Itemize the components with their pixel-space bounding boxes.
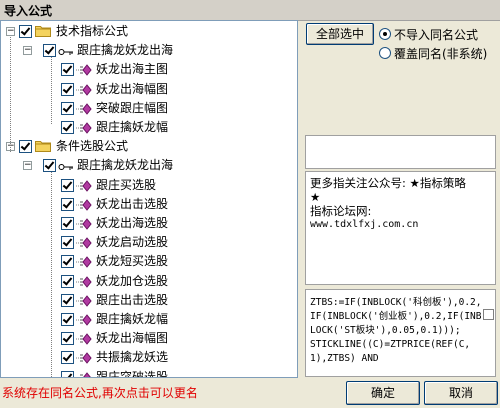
formula-icon bbox=[76, 83, 92, 96]
radio-overwrite-same-name[interactable] bbox=[379, 47, 391, 59]
formula-icon bbox=[76, 122, 92, 134]
item-label[interactable]: 妖龙出海选股 bbox=[96, 216, 168, 231]
formula-checkbox[interactable] bbox=[43, 159, 56, 173]
ok-button[interactable]: 确定 bbox=[346, 381, 420, 405]
formula-icon bbox=[76, 218, 92, 230]
group-label[interactable]: 技术指标公式 bbox=[56, 24, 128, 39]
window-title: 导入公式 bbox=[4, 4, 53, 18]
item-label[interactable]: 跟庄突破选股 bbox=[96, 370, 168, 377]
formula-checkbox[interactable] bbox=[43, 44, 56, 58]
scroll-toggle[interactable] bbox=[483, 309, 494, 320]
formula-icon bbox=[76, 198, 92, 211]
folder-icon bbox=[35, 25, 51, 37]
info-line-2: ★ bbox=[310, 190, 321, 204]
formula-icon bbox=[76, 256, 92, 269]
item-checkbox[interactable] bbox=[61, 332, 74, 346]
formula-icon bbox=[76, 179, 92, 192]
item-label[interactable]: 突破跟庄幅图 bbox=[96, 101, 168, 116]
item-checkbox[interactable] bbox=[61, 274, 74, 288]
expand-toggle[interactable]: − bbox=[6, 27, 15, 36]
item-label[interactable]: 妖龙加仓选股 bbox=[96, 274, 168, 289]
item-label[interactable]: 妖龙出海幅图 bbox=[96, 82, 168, 97]
formula-code: ZTBS:=IF(INBLOCK('科创板'),0.2,IF(INBLOCK('… bbox=[310, 297, 482, 364]
formula-icon bbox=[76, 333, 92, 345]
item-label[interactable]: 跟庄擒妖龙幅 bbox=[96, 312, 168, 327]
key-icon bbox=[58, 46, 74, 58]
group-checkbox[interactable] bbox=[19, 140, 32, 154]
item-label[interactable]: 跟庄擒妖龙幅 bbox=[96, 120, 168, 135]
group-label[interactable]: 条件选股公式 bbox=[56, 139, 128, 154]
radio-skip-same-name[interactable] bbox=[379, 28, 391, 40]
expand-toggle[interactable]: − bbox=[23, 46, 32, 56]
select-all-button[interactable]: 全部选中 bbox=[306, 23, 374, 45]
item-checkbox[interactable] bbox=[61, 293, 74, 307]
radio-skip-label[interactable]: 不导入同名公式 bbox=[394, 26, 478, 43]
tree-connector bbox=[51, 57, 52, 124]
item-checkbox[interactable] bbox=[61, 313, 74, 326]
group-checkbox[interactable] bbox=[19, 25, 32, 38]
item-checkbox[interactable] bbox=[61, 63, 74, 77]
formula-icon bbox=[76, 294, 92, 307]
info-panel: 更多指关注公众号: ★指标策略 ★ 指标论坛网: www.tdxlfxj.com… bbox=[305, 171, 496, 285]
item-checkbox[interactable] bbox=[61, 178, 74, 192]
expand-toggle[interactable]: − bbox=[23, 161, 32, 171]
formula-icon bbox=[76, 314, 92, 326]
item-label[interactable]: 妖龙出海幅图 bbox=[96, 331, 168, 346]
tree-connector bbox=[51, 172, 52, 377]
formula-label[interactable]: 跟庄擒龙妖龙出海 bbox=[77, 43, 173, 58]
info-line-1: 更多指关注公众号: ★指标策略 bbox=[310, 176, 466, 190]
item-checkbox[interactable] bbox=[61, 217, 74, 230]
item-label[interactable]: 共振擒龙妖选 bbox=[96, 350, 168, 365]
code-panel[interactable]: ZTBS:=IF(INBLOCK('科创板'),0.2,IF(INBLOCK('… bbox=[305, 289, 496, 377]
radio-overwrite-label[interactable]: 覆盖同名(非系统) bbox=[394, 45, 487, 62]
key-icon bbox=[58, 161, 74, 173]
item-label[interactable]: 妖龙短买选股 bbox=[96, 254, 168, 269]
formula-icon bbox=[76, 371, 92, 377]
formula-icon bbox=[76, 275, 92, 288]
item-label[interactable]: 跟庄买选股 bbox=[96, 178, 156, 193]
formula-tree[interactable]: − 技术指标公式 − 跟庄擒龙妖龙出海 妖龙出海主图 妖龙出海幅图 突破跟庄幅图 跟庄擒妖龙幅… bbox=[0, 20, 298, 378]
item-checkbox[interactable] bbox=[61, 197, 74, 211]
cancel-button[interactable]: 取消 bbox=[424, 381, 498, 405]
item-checkbox[interactable] bbox=[61, 101, 74, 115]
item-checkbox[interactable] bbox=[61, 236, 74, 250]
info-url: www.tdxlfxj.com.cn bbox=[310, 219, 419, 230]
formula-icon bbox=[76, 64, 92, 77]
item-label[interactable]: 跟庄出击选股 bbox=[96, 293, 168, 308]
tree-connector bbox=[10, 37, 11, 153]
info-line-3: 指标论坛网: bbox=[310, 204, 372, 218]
description-box bbox=[305, 135, 496, 169]
item-checkbox[interactable] bbox=[61, 121, 74, 134]
item-checkbox[interactable] bbox=[61, 255, 74, 269]
formula-icon bbox=[76, 352, 92, 365]
item-checkbox[interactable] bbox=[61, 82, 74, 96]
item-label[interactable]: 妖龙启动选股 bbox=[96, 235, 168, 250]
title-bar: 导入公式 bbox=[0, 0, 500, 21]
item-checkbox[interactable] bbox=[61, 351, 74, 365]
formula-icon bbox=[76, 237, 92, 249]
item-checkbox[interactable] bbox=[61, 370, 74, 377]
formula-label[interactable]: 跟庄擒龙妖龙出海 bbox=[77, 158, 173, 173]
item-label[interactable]: 妖龙出击选股 bbox=[96, 197, 168, 212]
formula-icon bbox=[76, 102, 92, 115]
folder-icon bbox=[35, 140, 51, 153]
status-message: 系统存在同名公式,再次点击可以更名 bbox=[2, 386, 198, 400]
item-label[interactable]: 妖龙出海主图 bbox=[96, 62, 168, 77]
